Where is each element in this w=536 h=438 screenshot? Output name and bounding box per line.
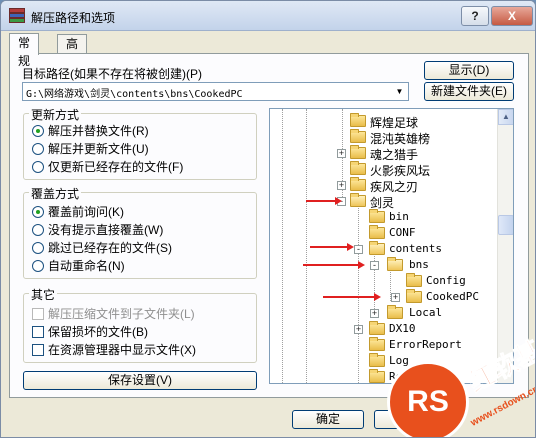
title-bar: 解压路径和选项 ? X [1,1,535,31]
annotation-arrow-icon [306,197,342,205]
checkbox-icon[interactable] [32,344,44,356]
new-folder-button[interactable]: 新建文件夹(E) [424,82,514,101]
target-path-value: G:\网络游戏\剑灵\contents\bns\CookedPC [26,89,243,100]
folder-icon [369,321,385,335]
folder-icon [350,113,366,127]
overwrite-option-skip[interactable]: 跳过已经存在的文件(S) [32,241,172,257]
folder-icon [369,369,385,383]
folder-icon [369,209,385,223]
folder-icon [406,273,422,287]
radio-selected-icon[interactable] [32,206,44,218]
checkbox-icon[interactable] [32,326,44,338]
expand-plus-icon[interactable]: + [391,293,400,302]
folder-icon [406,289,422,303]
scroll-up-arrow-icon[interactable]: ▲ [498,109,513,125]
collapse-minus-icon[interactable]: - [354,245,363,254]
checkbox-icon [32,308,44,320]
folder-icon [350,129,366,143]
annotation-arrow-icon [303,261,365,269]
target-path-combo[interactable]: G:\网络游戏\剑灵\contents\bns\CookedPC ▼ [22,82,409,101]
radio-icon[interactable] [32,260,44,272]
annotation-arrow-icon [310,243,354,251]
misc-option-show-in-explorer[interactable]: 在资源管理器中显示文件(X) [32,343,196,359]
open-folder-icon [350,193,366,207]
target-path-label: 目标路径(如果不存在将被创建)(P) [22,67,202,81]
misc-title: 其它 [29,286,58,303]
expand-plus-icon[interactable]: + [370,309,379,318]
collapse-minus-icon[interactable]: - [370,261,379,270]
expand-plus-icon[interactable]: + [337,149,346,158]
scroll-thumb[interactable] [498,215,513,235]
show-button[interactable]: 显示(D) [424,61,514,80]
misc-option-subfolder: 解压压缩文件到子文件夹(L) [32,307,195,323]
folder-icon [369,353,385,367]
winrar-books-icon [9,8,25,24]
save-settings-button[interactable]: 保存设置(V) [23,371,257,390]
overwrite-option-ask[interactable]: 覆盖前询问(K) [32,205,124,221]
folder-icon [369,225,385,239]
dropdown-arrow-icon[interactable]: ▼ [393,85,406,98]
update-option-update[interactable]: 解压并更新文件(U) [32,142,149,158]
open-folder-icon [387,257,403,271]
tab-general[interactable]: 常规 [9,33,40,68]
radio-icon[interactable] [32,242,44,254]
watermark-logo: RS 红软基地 www.rsdown.cn [387,321,536,437]
window-title: 解压路径和选项 [31,11,116,25]
radio-icon[interactable] [32,161,44,173]
overwrite-mode-title: 覆盖方式 [29,185,82,202]
annotation-arrow-icon [323,293,381,301]
folder-icon [350,161,366,175]
tab-advanced[interactable]: 高级 [57,34,88,69]
radio-icon[interactable] [32,224,44,236]
overwrite-option-rename[interactable]: 自动重命名(N) [32,259,125,275]
extract-options-dialog: 解压路径和选项 ? X 常规 高级 目标路径(如果不存在将被创建)(P) G:\… [0,0,536,438]
radio-selected-icon[interactable] [32,125,44,137]
close-button[interactable]: X [491,6,533,26]
update-mode-title: 更新方式 [29,106,82,123]
help-button[interactable]: ? [461,6,489,26]
folder-icon [350,177,366,191]
folder-icon [387,305,403,319]
overwrite-option-no-prompt[interactable]: 没有提示直接覆盖(W) [32,223,163,239]
ok-button[interactable]: 确定 [292,410,364,429]
watermark-text: 红软基地 [463,322,536,398]
expand-plus-icon[interactable]: + [337,181,346,190]
radio-icon[interactable] [32,143,44,155]
misc-option-keep-broken[interactable]: 保留损坏的文件(B) [32,325,148,341]
update-option-existing-only[interactable]: 仅更新已经存在的文件(F) [32,160,183,176]
folder-icon [350,145,366,159]
open-folder-icon [369,241,385,255]
folder-icon [369,337,385,351]
expand-plus-icon[interactable]: + [354,325,363,334]
update-option-replace[interactable]: 解压并替换文件(R) [32,124,149,140]
